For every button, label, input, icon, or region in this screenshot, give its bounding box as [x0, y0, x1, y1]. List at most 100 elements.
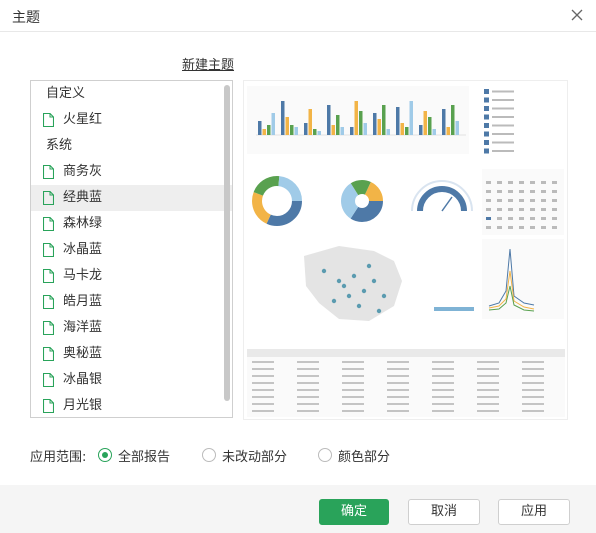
preview-calendar-cell [552, 208, 557, 211]
preview-calendar-cell [497, 181, 502, 184]
preview-table-cell [342, 403, 364, 405]
preview-bar [359, 111, 363, 135]
preview-calendar-cell [486, 190, 491, 193]
preview-legend-line [492, 150, 514, 152]
preview-bar [267, 125, 271, 135]
preview-table-cell [297, 361, 319, 363]
theme-item-macaron[interactable]: 马卡龙 [31, 263, 232, 289]
theme-item-label: 海洋蓝 [63, 320, 103, 335]
theme-item-classic-blue[interactable]: 经典蓝 [31, 185, 232, 211]
preview-bar [455, 121, 459, 135]
preview-calendar-cell [541, 190, 546, 193]
preview-bar [409, 101, 413, 135]
new-theme-link[interactable]: 新建主题 [182, 54, 234, 73]
document-icon [43, 373, 54, 387]
preview-calendar-cell [530, 199, 535, 202]
ok-button[interactable]: 确定 [319, 499, 389, 525]
preview-calendar-cell [552, 190, 557, 193]
preview-table-cell [477, 382, 499, 384]
theme-item-mystery-blue[interactable]: 奥秘蓝 [31, 341, 232, 367]
preview-calendar-cell [541, 181, 546, 184]
preview-map-dot [336, 278, 342, 284]
preview-calendar-cell [530, 217, 535, 220]
preview-bar [405, 127, 409, 135]
theme-item-ice-blue[interactable]: 冰晶蓝 [31, 237, 232, 263]
preview-map-dot [346, 293, 352, 299]
preview-bar [428, 117, 432, 135]
preview-calendar-cell [497, 208, 502, 211]
theme-preview [243, 80, 568, 420]
preview-table-cell [342, 410, 364, 412]
preview-bar [285, 117, 289, 135]
theme-item-forest-green[interactable]: 森林绿 [31, 211, 232, 237]
preview-table-cell [387, 403, 409, 405]
preview-bar [442, 109, 446, 135]
radio-color-parts[interactable]: 颜色部分 [318, 445, 390, 465]
document-icon [43, 191, 54, 205]
preview-calendar-cell [530, 181, 535, 184]
document-icon [43, 295, 54, 309]
preview-map-dot [356, 303, 362, 309]
preview-bar [317, 131, 321, 135]
radio-icon [318, 448, 332, 462]
preview-table-cell [522, 396, 544, 398]
preview-legend-box [484, 131, 489, 137]
radio-all-reports[interactable]: 全部报告 [98, 445, 170, 465]
theme-item-business-gray[interactable]: 商务灰 [31, 159, 232, 185]
theme-item-moon-blue[interactable]: 皓月蓝 [31, 289, 232, 315]
preview-legend-box [484, 114, 489, 120]
theme-preview-image [244, 81, 567, 419]
theme-item-ocean-blue[interactable]: 海洋蓝 [31, 315, 232, 341]
preview-bar [377, 119, 381, 135]
preview-bar [290, 125, 294, 135]
preview-table-cell [252, 410, 274, 412]
apply-scope-label: 应用范围: [30, 450, 87, 465]
radio-unchanged-parts[interactable]: 未改动部分 [202, 445, 287, 465]
preview-table-cell [297, 396, 319, 398]
preview-table-cell [342, 361, 364, 363]
radio-icon [202, 448, 216, 462]
theme-item-label: 月光银 [63, 398, 103, 413]
preview-table-cell [477, 410, 499, 412]
preview-table-cell [522, 382, 544, 384]
preview-legend-line [492, 141, 514, 144]
preview-calendar-cell [486, 199, 491, 202]
preview-table-cell [252, 361, 274, 363]
preview-table-cell [342, 368, 364, 370]
preview-bar [262, 129, 266, 135]
preview-calendar-cell [530, 190, 535, 193]
preview-table-cell [522, 361, 544, 363]
theme-item-ice-silver[interactable]: 冰晶银 [31, 367, 232, 393]
close-icon[interactable] [567, 5, 587, 25]
theme-item-label: 冰晶蓝 [63, 242, 103, 257]
preview-table-cell [387, 389, 409, 391]
preview-bar [363, 123, 367, 135]
theme-item-moonlight-silver[interactable]: 月光银 [31, 393, 232, 417]
preview-calendar-cell [508, 208, 513, 211]
preview-bar [419, 125, 423, 135]
preview-calendar-cell [497, 199, 502, 202]
cancel-button[interactable]: 取消 [408, 499, 480, 525]
preview-bar [451, 105, 455, 135]
preview-calendar-cell [519, 208, 524, 211]
preview-calendar-cell [552, 226, 557, 229]
preview-calendar-cell [486, 217, 491, 220]
preview-bar [373, 113, 377, 135]
list-scrollbar[interactable] [224, 85, 230, 401]
preview-legend-box [484, 148, 489, 154]
preview-table-cell [432, 410, 454, 412]
preview-bar [336, 115, 340, 135]
preview-bar [304, 123, 308, 135]
preview-legend-line [492, 124, 514, 127]
preview-legend-box [484, 89, 489, 94]
preview-table-cell [297, 389, 319, 391]
radio-label: 未改动部分 [222, 449, 288, 465]
theme-item-mars-red[interactable]: 火星红 [31, 107, 232, 133]
preview-table-cell [387, 382, 409, 384]
apply-button[interactable]: 应用 [498, 499, 570, 525]
theme-item-label: 皓月蓝 [63, 294, 103, 309]
preview-bar [446, 127, 450, 135]
preview-table-cell [387, 396, 409, 398]
preview-table-cell [432, 403, 454, 405]
preview-table-cell [387, 361, 409, 363]
